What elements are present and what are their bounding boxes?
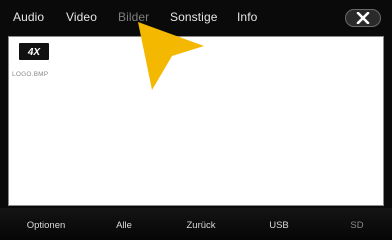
zurueck-button[interactable]: Zurück [186,220,215,231]
sd-button[interactable]: SD [350,220,363,231]
media-screen: Audio Video Bilder Sonstige Info 4X LOGO… [0,0,392,240]
close-icon [356,12,370,24]
file-name: LOGO.BMP [12,71,49,78]
bottom-bar: Optionen Alle Zurück USB SD [0,208,392,240]
close-button[interactable] [345,9,381,27]
alle-button[interactable]: Alle [116,220,132,231]
tab-video[interactable]: Video [66,10,97,24]
tab-audio[interactable]: Audio [13,10,44,24]
optionen-button[interactable]: Optionen [27,220,66,231]
usb-button[interactable]: USB [269,220,289,231]
svg-text:4X: 4X [27,47,42,57]
logo-thumbnail-icon: 4X [27,47,42,57]
tab-info[interactable]: Info [237,10,257,24]
image-thumbnail: 4X [19,43,49,60]
pointer-arrow-icon [138,22,204,90]
